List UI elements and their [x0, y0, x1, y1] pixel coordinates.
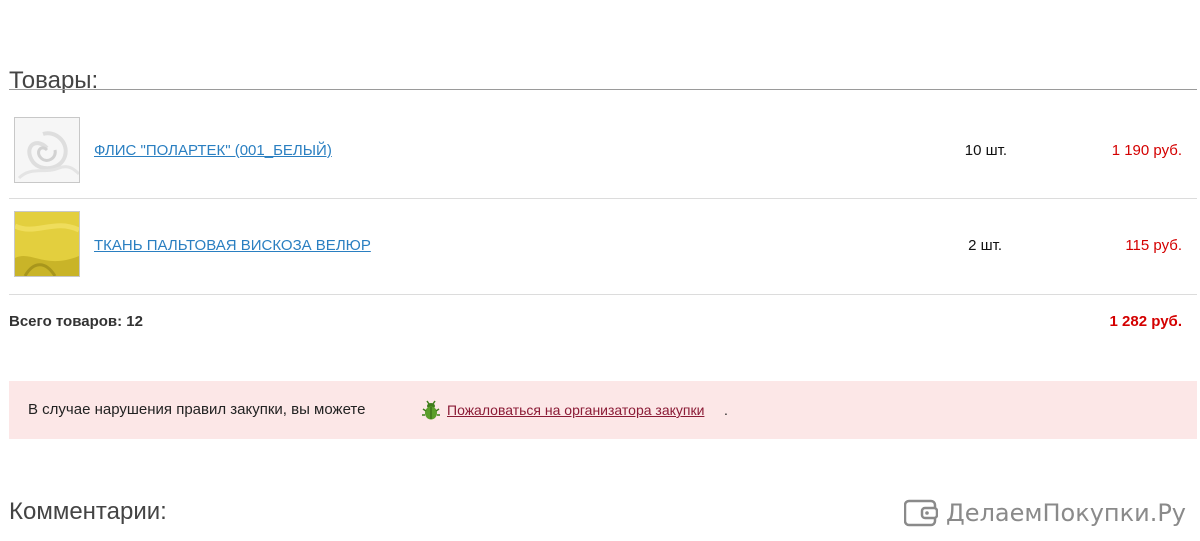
product-price: 1 190 руб. [1111, 142, 1182, 159]
row-divider [9, 294, 1197, 295]
fleece-fabric-image [15, 118, 79, 182]
product-thumbnail[interactable] [14, 117, 80, 183]
complaint-notice: В случае нарушения правил закупки, вы мо… [9, 381, 1197, 439]
brand-name: ДелаемПокупки.Ру [946, 499, 1186, 527]
product-row: ТКАНЬ ПАЛЬТОВАЯ ВИСКОЗА ВЕЛЮР 2 шт. 115 … [9, 198, 1197, 292]
wallet-logo-icon [904, 499, 939, 527]
notice-text: В случае нарушения правил закупки, вы мо… [28, 401, 366, 418]
product-link[interactable]: ФЛИС "ПОЛАРТЕК" (001_БЕЛЫЙ) [94, 142, 332, 159]
total-items-label: Всего товаров: 12 [9, 313, 143, 330]
bug-icon [422, 400, 440, 420]
product-quantity: 2 шт. [968, 237, 1002, 254]
goods-divider [9, 89, 1197, 90]
goods-section-title: Товары: [9, 66, 99, 94]
product-price: 115 руб. [1125, 237, 1182, 254]
brand-watermark: ДелаемПокупки.Ру [904, 496, 1186, 530]
comments-section-title: Комментарии: [9, 497, 167, 525]
yellow-fabric-image [15, 212, 79, 276]
product-thumbnail[interactable] [14, 211, 80, 277]
notice-period: . [724, 402, 728, 418]
product-row: ФЛИС "ПОЛАРТЕК" (001_БЕЛЫЙ) 10 шт. 1 190… [9, 103, 1197, 197]
complain-organizer-link[interactable]: Пожаловаться на организатора закупки [447, 402, 704, 418]
product-link[interactable]: ТКАНЬ ПАЛЬТОВАЯ ВИСКОЗА ВЕЛЮР [94, 237, 371, 254]
total-price: 1 282 руб. [1109, 313, 1182, 330]
product-quantity: 10 шт. [964, 142, 1007, 159]
